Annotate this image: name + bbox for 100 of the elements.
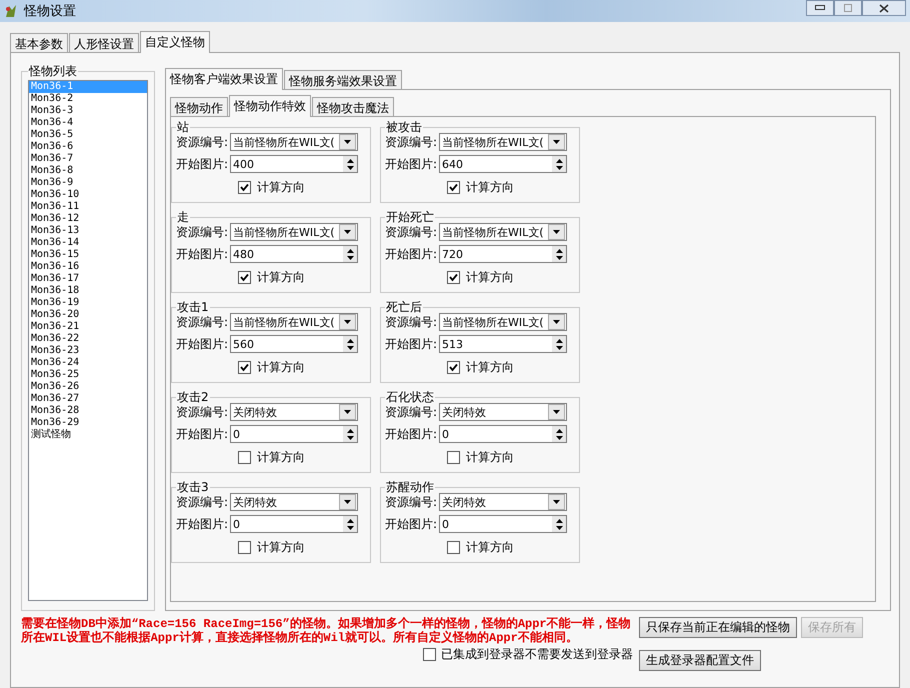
checkbox[interactable] bbox=[447, 541, 460, 554]
list-item[interactable]: Mon36-29 bbox=[29, 417, 147, 429]
checkbox[interactable] bbox=[447, 181, 460, 194]
field-label: 资源编号: bbox=[385, 314, 438, 330]
generate-config-button[interactable]: 生成登录器配置文件 bbox=[639, 650, 761, 671]
group-title: 攻击2 bbox=[176, 391, 210, 403]
spin-field[interactable]: 0 bbox=[439, 515, 568, 533]
list-item[interactable]: Mon36-3 bbox=[29, 105, 147, 117]
list-item[interactable]: Mon36-9 bbox=[29, 177, 147, 189]
close-button[interactable] bbox=[862, 0, 906, 16]
group-title: 攻击1 bbox=[176, 301, 210, 313]
list-item[interactable]: Mon36-20 bbox=[29, 309, 147, 321]
spin-arrows-icon bbox=[556, 338, 563, 350]
checkbox[interactable] bbox=[423, 648, 436, 661]
field-label: 资源编号: bbox=[385, 494, 438, 510]
spin-field[interactable]: 0 bbox=[230, 425, 358, 443]
list-item[interactable]: Mon36-15 bbox=[29, 249, 147, 261]
list-item[interactable]: Mon36-13 bbox=[29, 225, 147, 237]
checkbox[interactable] bbox=[238, 271, 251, 284]
list-item[interactable]: Mon36-14 bbox=[29, 237, 147, 249]
group-title: 石化状态 bbox=[385, 391, 435, 403]
spin-arrows-icon bbox=[346, 428, 354, 440]
list-item[interactable]: Mon36-18 bbox=[29, 285, 147, 297]
spin-field[interactable]: 513 bbox=[439, 335, 568, 353]
checkbox[interactable] bbox=[238, 451, 251, 464]
spin-field[interactable]: 400 bbox=[230, 155, 358, 173]
spin-field[interactable]: 640 bbox=[439, 155, 568, 173]
list-item[interactable]: Mon36-24 bbox=[29, 357, 147, 369]
group-title: 死亡后 bbox=[385, 301, 423, 313]
list-item[interactable]: Mon36-11 bbox=[29, 201, 147, 213]
resource-dropdown[interactable]: 当前怪物所在WIL文( bbox=[230, 133, 358, 151]
list-item[interactable]: Mon36-12 bbox=[29, 213, 147, 225]
list-item[interactable]: Mon36-16 bbox=[29, 261, 147, 273]
resource-dropdown[interactable]: 当前怪物所在WIL文( bbox=[439, 223, 568, 241]
checkbox[interactable] bbox=[447, 451, 460, 464]
list-item[interactable]: Mon36-23 bbox=[29, 345, 147, 357]
tab[interactable]: 怪物动作 bbox=[170, 97, 228, 116]
list-item[interactable]: Mon36-5 bbox=[29, 129, 147, 141]
field-label: 资源编号: bbox=[385, 224, 438, 240]
field-label: 资源编号: bbox=[385, 134, 438, 150]
spin-arrows-icon bbox=[346, 338, 354, 350]
spin-arrows-icon bbox=[556, 248, 563, 260]
resource-dropdown[interactable]: 当前怪物所在WIL文( bbox=[230, 223, 358, 241]
list-item[interactable]: Mon36-10 bbox=[29, 189, 147, 201]
spin-field[interactable]: 0 bbox=[230, 515, 358, 533]
minimize-icon bbox=[815, 5, 825, 11]
spin-field[interactable]: 720 bbox=[439, 245, 568, 263]
resource-dropdown[interactable]: 关闭特效 bbox=[230, 493, 358, 511]
resource-dropdown[interactable]: 关闭特效 bbox=[230, 403, 358, 421]
tab[interactable]: 基本参数 bbox=[10, 33, 68, 52]
resource-dropdown[interactable]: 关闭特效 bbox=[439, 403, 568, 421]
tab[interactable]: 怪物动作特效 bbox=[229, 95, 311, 117]
list-item[interactable]: 测试怪物 bbox=[29, 429, 147, 441]
tab[interactable]: 怪物攻击魔法 bbox=[312, 97, 394, 116]
dropdown-arrow-icon bbox=[344, 500, 352, 504]
tab[interactable]: 人形怪设置 bbox=[69, 33, 139, 52]
spin-arrows-icon bbox=[556, 518, 563, 530]
list-item[interactable]: Mon36-2 bbox=[29, 93, 147, 105]
tab[interactable]: 怪物服务端效果设置 bbox=[284, 70, 402, 89]
maximize-icon bbox=[844, 4, 852, 12]
resource-dropdown[interactable]: 当前怪物所在WIL文( bbox=[439, 133, 568, 151]
tab[interactable]: 自定义怪物 bbox=[140, 31, 210, 53]
list-item[interactable]: Mon36-17 bbox=[29, 273, 147, 285]
action-button[interactable]: 只保存当前正在编辑的怪物 bbox=[639, 617, 797, 638]
checkbox[interactable] bbox=[238, 181, 251, 194]
list-item[interactable]: Mon36-22 bbox=[29, 333, 147, 345]
checkbox-label: 计算方向 bbox=[257, 449, 305, 466]
spin-arrows-icon bbox=[346, 518, 354, 530]
checkbox-label: 计算方向 bbox=[466, 179, 514, 196]
minimize-button[interactable] bbox=[806, 0, 834, 16]
list-item[interactable]: Mon36-4 bbox=[29, 117, 147, 129]
list-item[interactable]: Mon36-26 bbox=[29, 381, 147, 393]
list-item[interactable]: Mon36-21 bbox=[29, 321, 147, 333]
spin-field[interactable]: 560 bbox=[230, 335, 358, 353]
list-item[interactable]: Mon36-6 bbox=[29, 141, 147, 153]
field-label: 开始图片: bbox=[385, 246, 438, 262]
checkbox[interactable] bbox=[447, 361, 460, 374]
field-label: 开始图片: bbox=[385, 426, 438, 442]
list-item[interactable]: Mon36-7 bbox=[29, 153, 147, 165]
dropdown-arrow-icon bbox=[553, 320, 560, 324]
field-label: 开始图片: bbox=[385, 156, 438, 172]
field-label: 开始图片: bbox=[176, 246, 228, 262]
resource-dropdown[interactable]: 关闭特效 bbox=[439, 493, 568, 511]
list-item[interactable]: Mon36-27 bbox=[29, 393, 147, 405]
window-title: 怪物设置 bbox=[24, 3, 76, 20]
list-item[interactable]: Mon36-19 bbox=[29, 297, 147, 309]
checkbox[interactable] bbox=[447, 271, 460, 284]
list-item[interactable]: Mon36-28 bbox=[29, 405, 147, 417]
resource-dropdown[interactable]: 当前怪物所在WIL文( bbox=[439, 313, 568, 331]
checkbox-label: 计算方向 bbox=[466, 449, 514, 466]
group-title: 怪物列表 bbox=[28, 63, 78, 80]
group-title: 开始死亡 bbox=[385, 211, 435, 223]
spin-field[interactable]: 480 bbox=[230, 245, 358, 263]
checkbox[interactable] bbox=[238, 541, 251, 554]
list-item[interactable]: Mon36-8 bbox=[29, 165, 147, 177]
tab[interactable]: 怪物客户端效果设置 bbox=[165, 68, 283, 90]
resource-dropdown[interactable]: 当前怪物所在WIL文( bbox=[230, 313, 358, 331]
checkbox[interactable] bbox=[238, 361, 251, 374]
spin-field[interactable]: 0 bbox=[439, 425, 568, 443]
list-item[interactable]: Mon36-25 bbox=[29, 369, 147, 381]
